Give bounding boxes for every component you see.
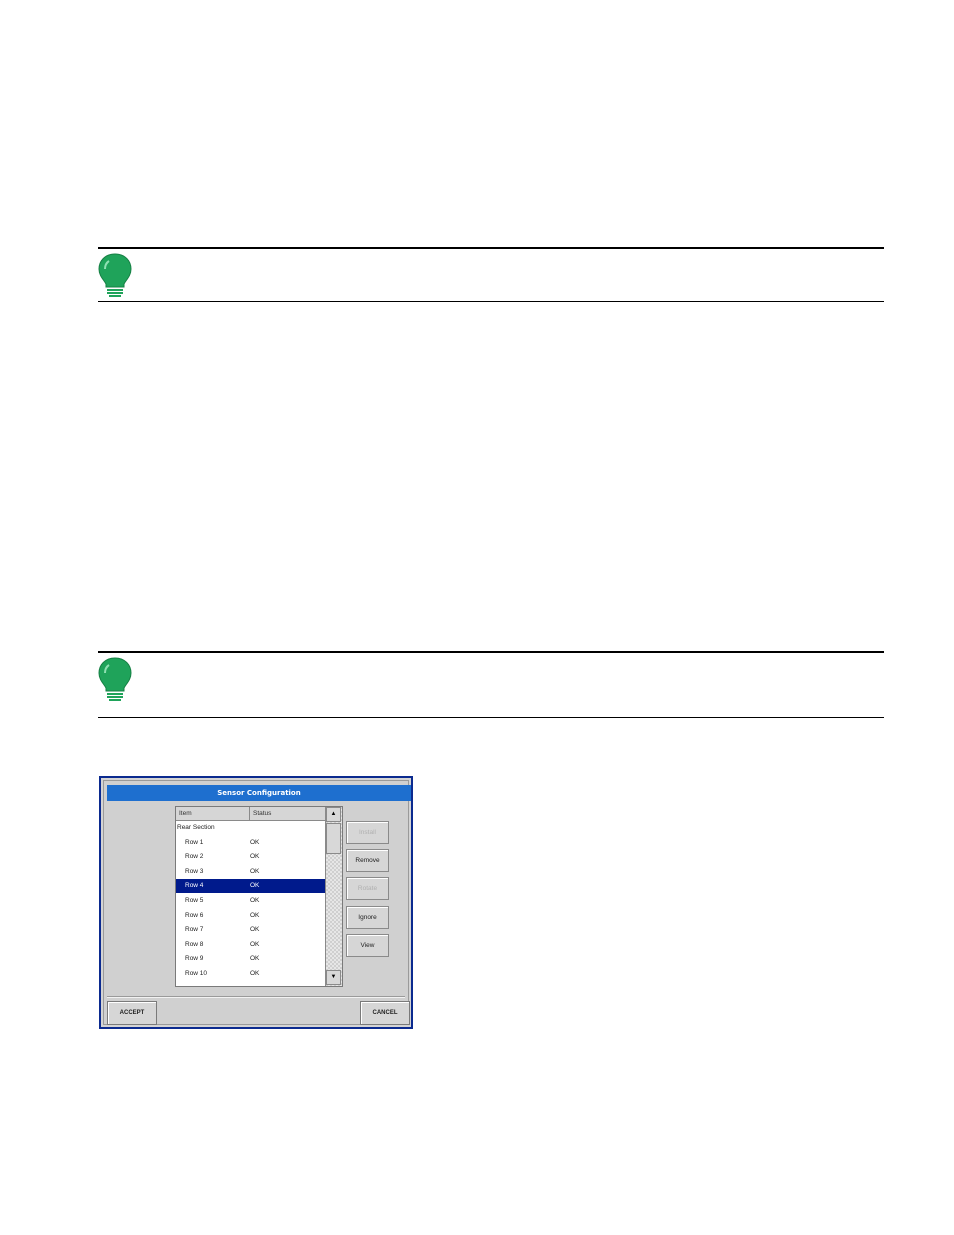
cancel-button[interactable]: CANCEL <box>360 1001 410 1025</box>
table-row[interactable]: Row 8 OK <box>176 938 326 952</box>
row-item-cell: Rear Section <box>177 824 215 831</box>
table-row[interactable]: Row 3 OK <box>176 865 326 879</box>
row-item-cell: Row 9 <box>185 955 204 963</box>
note-box-2 <box>98 651 884 719</box>
row-status-cell: OK <box>250 867 260 875</box>
row-item-cell: Row 8 <box>185 940 204 948</box>
scroll-thumb[interactable] <box>326 823 341 854</box>
scroll-up-icon[interactable]: ▲ <box>326 807 341 822</box>
row-status-cell: OK <box>250 955 260 963</box>
accept-button[interactable]: ACCEPT <box>107 1001 157 1025</box>
row-status-cell: OK <box>250 838 260 846</box>
sensor-list[interactable]: Item Status Rear Section Row 1 OK Row 2 OK Ro… <box>175 806 343 987</box>
note-top-rule <box>98 247 884 249</box>
row-status-cell: OK <box>250 911 260 919</box>
row-status-cell: OK <box>250 926 260 934</box>
list-scrollbar[interactable]: ▲ ▼ <box>325 807 342 986</box>
row-item-cell: Row 3 <box>185 867 204 875</box>
install-button[interactable]: Install <box>346 821 389 844</box>
row-item-cell: Row 5 <box>185 897 204 904</box>
note-box-1 <box>98 247 884 303</box>
column-header-status[interactable]: Status <box>250 807 326 821</box>
row-item-cell: Row 10 <box>185 970 208 977</box>
note-top-rule <box>98 651 884 653</box>
button-separator <box>107 996 405 998</box>
dialog-body: Sensor Configuration Item Status Rear Se… <box>103 780 411 1025</box>
table-row[interactable]: Row 9 OK <box>176 952 326 966</box>
lightbulb-note-icon <box>98 253 132 297</box>
column-header-item[interactable]: Item <box>176 807 250 821</box>
row-status-cell: OK <box>250 897 260 904</box>
row-item-cell: Row 1 <box>185 838 204 846</box>
row-item-cell: Row 7 <box>185 926 204 934</box>
ignore-button[interactable]: Ignore <box>346 905 389 929</box>
remove-button[interactable]: Remove <box>346 849 389 873</box>
row-item-cell: Row 4 <box>185 882 204 890</box>
table-row[interactable]: Row 6 OK <box>176 909 326 923</box>
table-row[interactable]: Rear Section <box>176 821 326 835</box>
row-status-cell: OK <box>250 882 260 890</box>
row-status-cell: OK <box>250 970 260 977</box>
sensor-configuration-dialog: Sensor Configuration Item Status Rear Se… <box>99 776 413 1029</box>
dialog-title: Sensor Configuration <box>107 785 411 801</box>
row-status-cell: OK <box>250 940 260 948</box>
row-item-cell: Row 2 <box>185 853 204 861</box>
rotate-button[interactable]: Rotate <box>346 877 389 901</box>
note-bottom-rule <box>98 301 884 302</box>
table-row-selected[interactable]: Row 4 OK <box>176 879 326 894</box>
lightbulb-note-icon <box>98 657 132 701</box>
row-status-cell: OK <box>250 853 260 861</box>
table-row[interactable]: Row 7 OK <box>176 923 326 937</box>
view-button[interactable]: View <box>346 933 389 957</box>
table-row[interactable]: Row 10 OK <box>176 967 326 981</box>
note-bottom-rule <box>98 717 884 718</box>
table-row[interactable]: Row 1 OK <box>176 836 326 850</box>
table-row[interactable]: Row 5 OK <box>176 894 326 908</box>
scroll-down-icon[interactable]: ▼ <box>326 970 341 985</box>
row-item-cell: Row 6 <box>185 911 204 919</box>
table-row[interactable]: Row 2 OK <box>176 850 326 864</box>
